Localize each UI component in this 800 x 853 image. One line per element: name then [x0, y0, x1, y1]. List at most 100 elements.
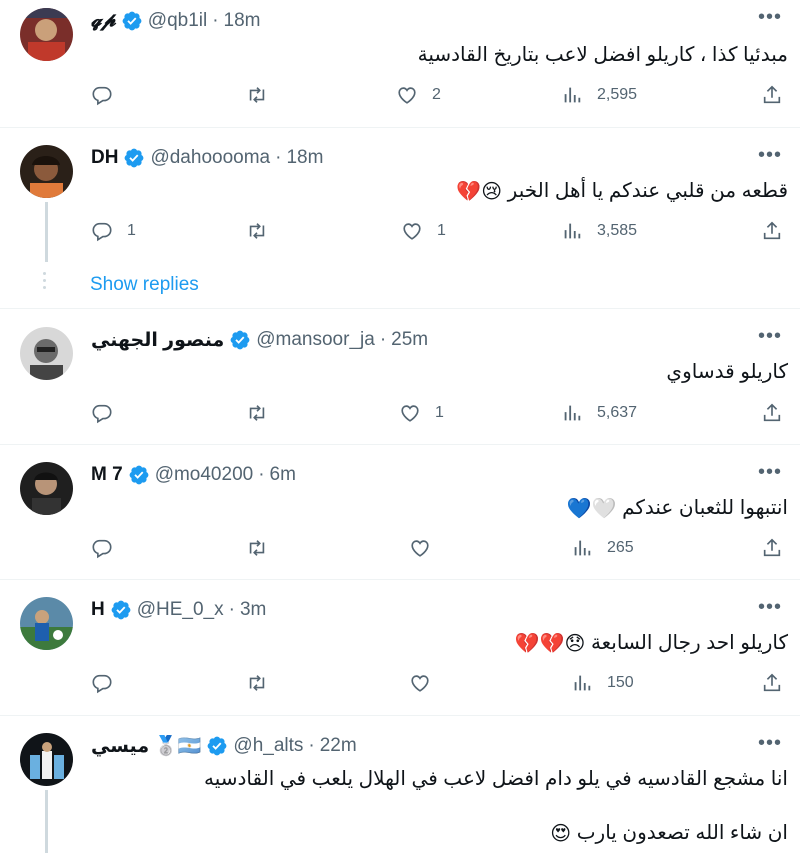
views-icon [571, 537, 593, 559]
display-name[interactable]: H [91, 599, 105, 621]
action-bar: 1 5,637 [91, 402, 791, 426]
views-icon [571, 672, 593, 694]
views-button[interactable]: 3,585 [561, 220, 637, 242]
avatar[interactable] [20, 462, 73, 515]
avatar[interactable] [20, 8, 73, 61]
verified-badge-icon [206, 735, 228, 757]
handle[interactable]: @mo40200 [155, 464, 254, 486]
tweet[interactable]: 𝓺𝓹 @qb1il · 18m ••• مبدئيا كذا ، كاريلو … [0, 0, 800, 128]
profile-badges: 🥈🇦🇷 [154, 736, 202, 757]
retweet-button[interactable] [246, 84, 282, 106]
reply-button[interactable] [91, 84, 127, 106]
share-button[interactable] [761, 220, 783, 242]
emoji: 😞💔💔 [514, 633, 586, 656]
view-count: 2,595 [597, 86, 638, 103]
share-button[interactable] [761, 84, 783, 106]
reply-count: 1 [127, 222, 136, 239]
separator-dot: · [212, 10, 219, 31]
more-options-icon[interactable]: ••• [758, 597, 782, 617]
action-bar: 1 1 3,585 [91, 220, 791, 244]
like-button[interactable] [409, 537, 445, 559]
tweet-text: كاريلو احد رجال السابعة 😞💔💔 [515, 630, 788, 656]
heart-icon [409, 537, 431, 559]
view-count: 150 [607, 674, 634, 691]
more-options-icon[interactable]: ••• [758, 462, 782, 482]
handle[interactable]: @h_alts [233, 735, 303, 757]
display-name[interactable]: منصور الجهني [91, 329, 224, 352]
more-options-icon[interactable]: ••• [758, 733, 782, 753]
reply-icon [91, 672, 113, 694]
thread-line [45, 202, 48, 262]
like-button[interactable]: 2 [396, 84, 441, 106]
reply-button[interactable] [91, 537, 127, 559]
avatar[interactable] [20, 733, 73, 786]
views-button[interactable]: 265 [571, 537, 634, 559]
reply-button[interactable]: 1 [91, 220, 136, 242]
reply-button[interactable] [91, 672, 127, 694]
avatar[interactable] [20, 597, 73, 650]
timestamp[interactable]: 6m [270, 464, 296, 486]
verified-badge-icon [128, 464, 150, 486]
retweet-icon [246, 537, 268, 559]
tweet-text: مبدئيا كذا ، كاريلو افضل لاعب بتاريخ الق… [417, 44, 788, 66]
retweet-button[interactable] [246, 672, 282, 694]
tweet[interactable]: منصور الجهني @mansoor_ja · 25m ••• كاريل… [0, 309, 800, 445]
views-button[interactable]: 150 [571, 672, 634, 694]
retweet-icon [246, 402, 268, 424]
like-count: 1 [437, 222, 446, 239]
like-button[interactable]: 1 [399, 402, 444, 424]
avatar[interactable] [20, 145, 73, 198]
verified-badge-icon [229, 329, 251, 351]
retweet-button[interactable] [246, 220, 282, 242]
handle[interactable]: @mansoor_ja [256, 329, 375, 351]
heart-icon [396, 84, 418, 106]
timestamp[interactable]: 18m [224, 10, 261, 32]
view-count: 5,637 [597, 404, 638, 421]
views-button[interactable]: 5,637 [561, 402, 637, 424]
share-button[interactable] [761, 402, 783, 424]
display-name[interactable]: ميسي [91, 735, 149, 758]
share-button[interactable] [761, 672, 783, 694]
timestamp[interactable]: 22m [320, 735, 357, 757]
tweet-text: انتبهوا للثعبان عندكم 🤍💙 [567, 495, 788, 521]
tweet[interactable]: M 7 @mo40200 · 6m ••• انتبهوا للثعبان عن… [0, 445, 800, 580]
views-icon [561, 84, 583, 106]
like-button[interactable]: 1 [401, 220, 446, 242]
tweet-text-line2: ان شاء الله تصعدون يارب 😍 [550, 820, 788, 846]
retweet-button[interactable] [246, 537, 282, 559]
tweet[interactable]: DH @dahooooma · 18m ••• قطعه من قلبي عند… [0, 128, 800, 309]
share-icon [761, 220, 783, 242]
tweet-text-body: كاريلو احد رجال السابعة [590, 632, 788, 654]
like-button[interactable] [409, 672, 445, 694]
separator-dot: · [308, 735, 315, 756]
reply-button[interactable] [91, 402, 127, 424]
more-options-icon[interactable]: ••• [758, 7, 782, 27]
avatar[interactable] [20, 327, 73, 380]
tweet[interactable]: H @HE_0_x · 3m ••• كاريلو احد رجال الساب… [0, 580, 800, 716]
more-options-icon[interactable]: ••• [758, 145, 782, 165]
handle[interactable]: @HE_0_x [137, 599, 224, 621]
emoji: 😍 [550, 823, 572, 846]
share-button[interactable] [761, 537, 783, 559]
timestamp[interactable]: 3m [240, 599, 266, 621]
handle[interactable]: @qb1il [148, 10, 207, 32]
view-count: 265 [607, 539, 634, 556]
display-name[interactable]: M 7 [91, 464, 123, 486]
reply-icon [91, 537, 113, 559]
tweet[interactable]: ميسي 🥈🇦🇷 @h_alts · 22m ••• انا مشجع القا… [0, 716, 800, 853]
retweet-button[interactable] [246, 402, 282, 424]
more-options-icon[interactable]: ••• [758, 326, 782, 346]
share-icon [761, 672, 783, 694]
heart-icon [409, 672, 431, 694]
views-button[interactable]: 2,595 [561, 84, 637, 106]
views-icon [561, 220, 583, 242]
reply-icon [91, 402, 113, 424]
retweet-icon [246, 672, 268, 694]
display-name[interactable]: 𝓺𝓹 [91, 10, 116, 32]
timestamp[interactable]: 18m [286, 147, 323, 169]
like-count: 2 [432, 86, 441, 103]
show-replies-link[interactable]: Show replies [90, 274, 199, 296]
handle[interactable]: @dahooooma [150, 147, 270, 169]
display-name[interactable]: DH [91, 147, 118, 169]
timestamp[interactable]: 25m [391, 329, 428, 351]
